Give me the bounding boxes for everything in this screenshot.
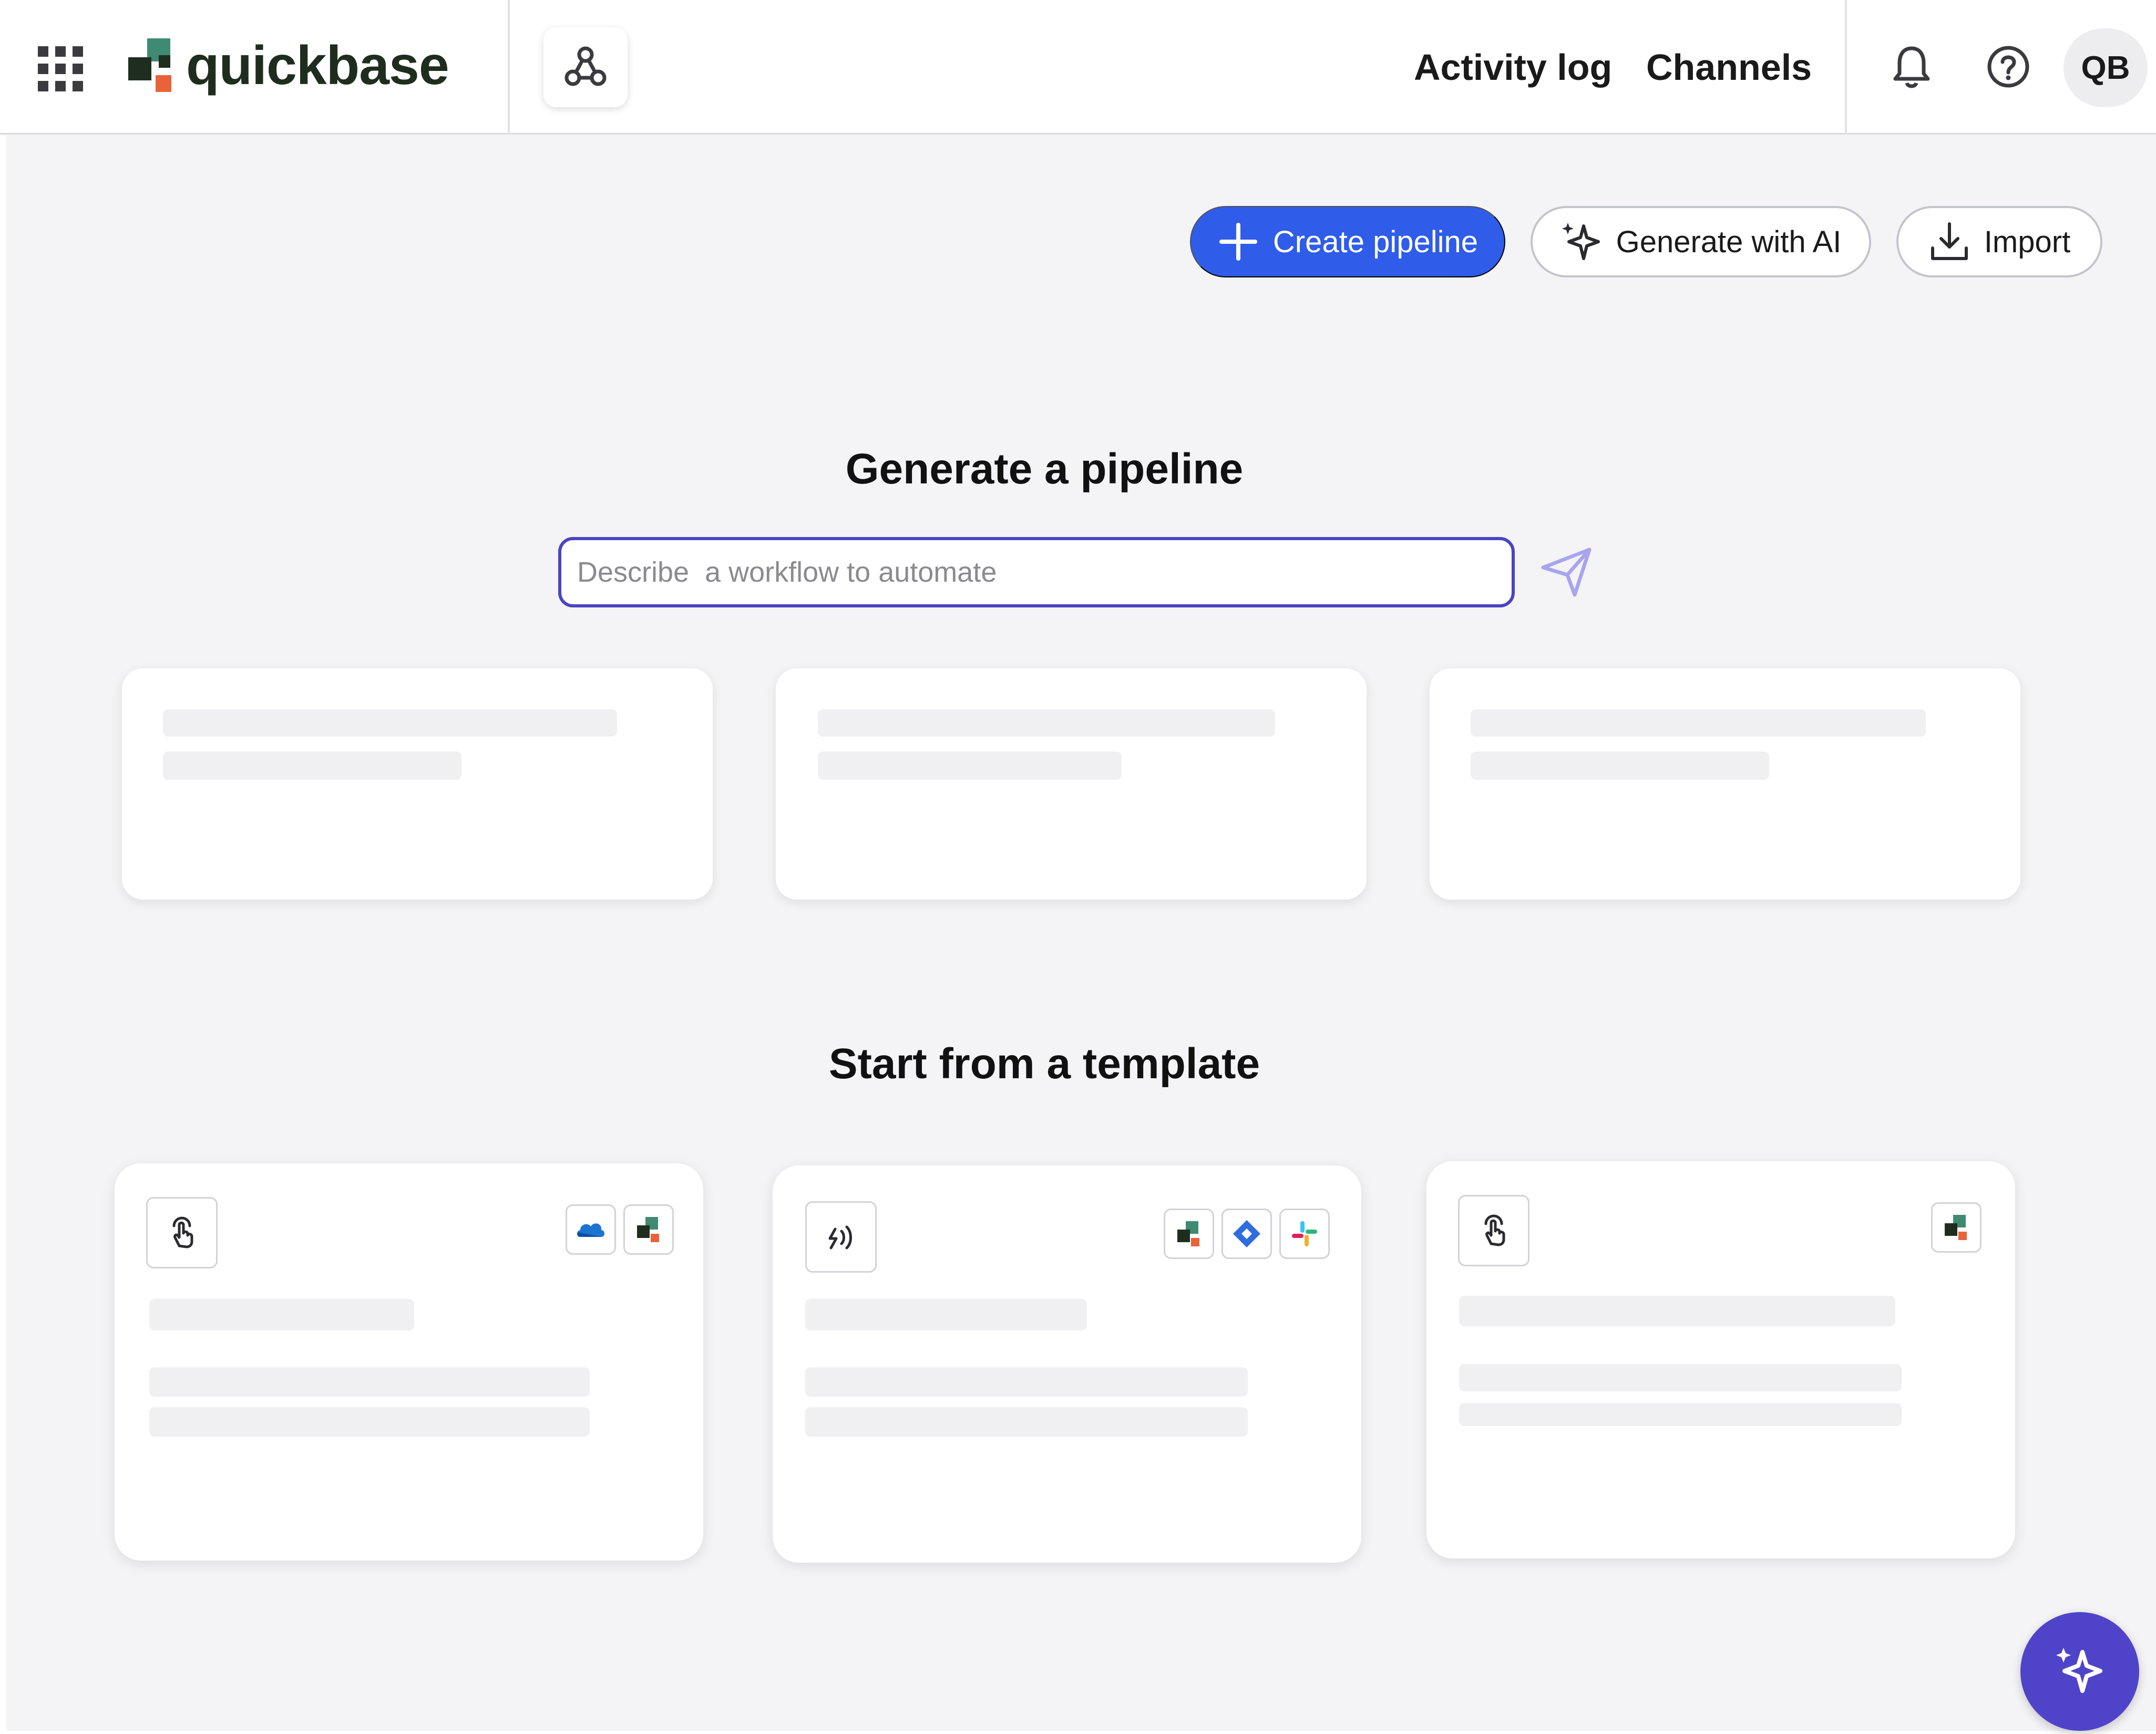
skeleton-line xyxy=(163,751,461,780)
bell-icon[interactable] xyxy=(1887,42,1936,91)
quickbase-icon xyxy=(623,1204,674,1255)
pipelines-nodes-icon xyxy=(564,46,607,86)
tap-hand-icon xyxy=(1458,1195,1529,1266)
quickbase-logo-icon xyxy=(128,38,171,92)
create-pipeline-button[interactable]: Create pipeline xyxy=(1190,206,1505,277)
template-card[interactable] xyxy=(1426,1161,2015,1558)
quickbase-logo[interactable]: quickbase xyxy=(128,32,449,100)
header-divider xyxy=(508,0,510,135)
nav-channels[interactable]: Channels xyxy=(1646,46,1812,88)
top-header: quickbase Activity log Channels QB xyxy=(0,0,2156,135)
webhook-signal-icon xyxy=(805,1201,877,1273)
workflow-description-input[interactable] xyxy=(558,537,1515,607)
import-label: Import xyxy=(1984,224,2071,259)
create-pipeline-label: Create pipeline xyxy=(1272,224,1479,259)
pipelines-home-button[interactable] xyxy=(543,27,628,107)
skeleton-line xyxy=(1459,1296,1895,1326)
main-content: Create pipeline Generate with AI Import … xyxy=(6,135,2156,1731)
skeleton-line xyxy=(149,1367,590,1397)
jira-icon xyxy=(1221,1209,1272,1259)
skeleton-line xyxy=(1471,709,1926,737)
user-avatar[interactable]: QB xyxy=(2063,28,2148,107)
suggestion-card-loading[interactable] xyxy=(122,668,713,900)
skeleton-line xyxy=(1471,751,1769,780)
skeleton-line xyxy=(818,751,1122,780)
send-icon[interactable] xyxy=(1538,542,1597,601)
sparkle-icon xyxy=(1562,223,1600,260)
onedrive-icon xyxy=(566,1204,616,1255)
start-from-template-title: Start from a template xyxy=(828,1040,1260,1088)
skeleton-line xyxy=(163,709,617,737)
download-icon xyxy=(1931,222,1968,260)
skeleton-line xyxy=(1459,1364,1902,1391)
nav-activity-log[interactable]: Activity log xyxy=(1414,46,1612,88)
skeleton-line xyxy=(149,1299,414,1330)
suggestion-card-loading[interactable] xyxy=(1430,668,2020,900)
header-divider xyxy=(1845,0,1847,135)
generate-pipeline-title: Generate a pipeline xyxy=(845,445,1244,493)
skeleton-line xyxy=(805,1407,1248,1437)
quickbase-icon xyxy=(1164,1209,1214,1259)
ai-assistant-fab[interactable] xyxy=(2020,1612,2139,1731)
skeleton-line xyxy=(149,1407,590,1437)
generate-with-ai-button[interactable]: Generate with AI xyxy=(1531,206,1871,277)
generate-with-ai-label: Generate with AI xyxy=(1616,224,1842,259)
plus-icon xyxy=(1219,223,1257,261)
skeleton-line xyxy=(805,1367,1248,1397)
logo-wordmark: quickbase xyxy=(186,35,449,96)
help-circle-icon[interactable] xyxy=(1984,42,2033,91)
skeleton-line xyxy=(805,1299,1087,1330)
import-button[interactable]: Import xyxy=(1896,206,2102,277)
template-card[interactable] xyxy=(773,1165,1361,1563)
slack-icon xyxy=(1279,1209,1330,1259)
sparkle-icon xyxy=(2056,1648,2102,1693)
suggestion-card-loading[interactable] xyxy=(776,668,1367,900)
app-switcher-grid-icon[interactable] xyxy=(38,46,83,91)
skeleton-line xyxy=(1459,1403,1902,1426)
template-card[interactable] xyxy=(115,1163,703,1561)
skeleton-line xyxy=(818,709,1275,737)
tap-hand-icon xyxy=(146,1197,218,1268)
quickbase-icon xyxy=(1931,1202,1982,1253)
